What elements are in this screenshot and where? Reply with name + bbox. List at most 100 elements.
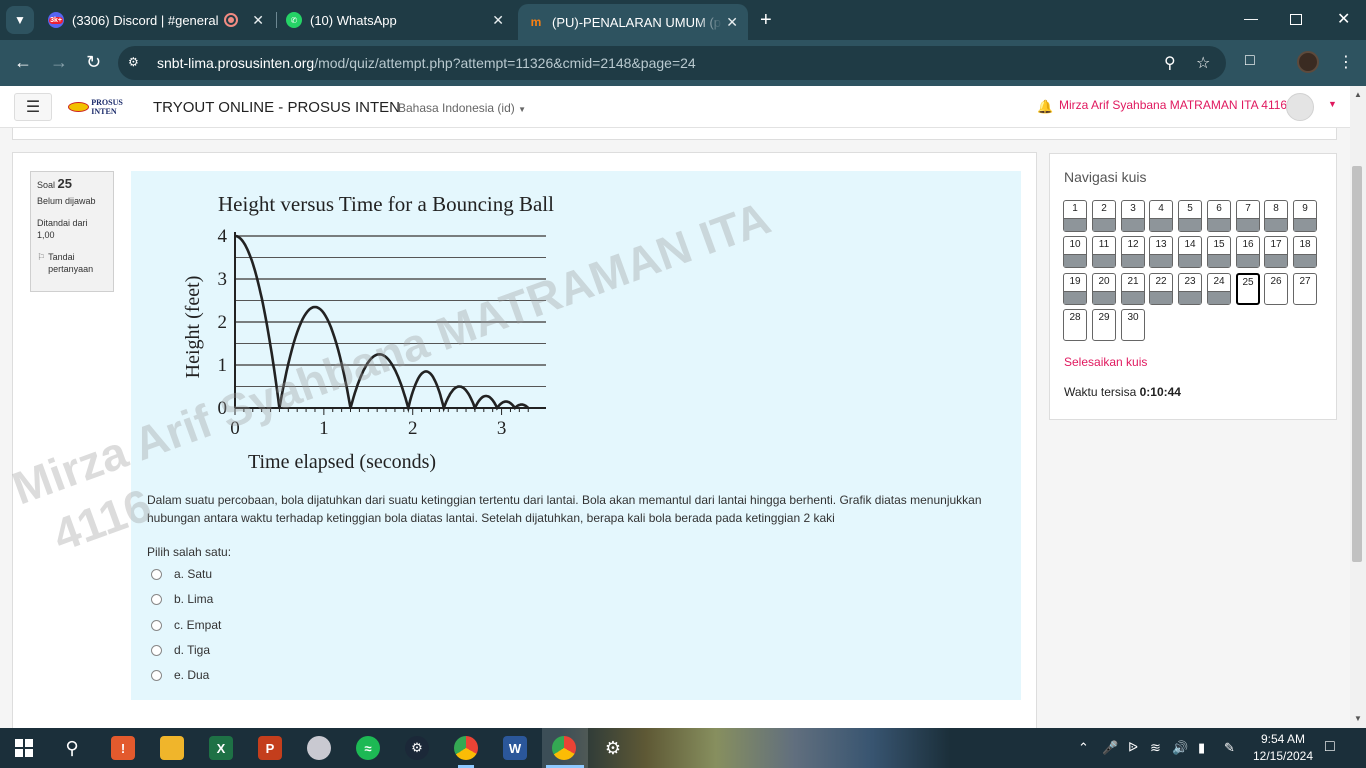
quiz-nav-button-14[interactable]: 14 [1178, 236, 1202, 268]
radio-button[interactable] [151, 568, 162, 580]
tab-search-button[interactable]: ▼ [6, 6, 34, 34]
quiz-nav-button-13[interactable]: 13 [1149, 236, 1173, 268]
close-tab-icon[interactable]: ✕ [726, 14, 738, 31]
site-info-icon[interactable]: ⚙ [128, 55, 144, 71]
tray-overflow-icon[interactable]: ⌃ [1078, 740, 1089, 756]
quiz-nav-button-19[interactable]: 19 [1063, 273, 1087, 305]
notification-bell-icon[interactable]: 🔔 [1037, 99, 1053, 115]
answer-option-b[interactable]: b. Lima [151, 592, 213, 606]
site-name[interactable]: TRYOUT ONLINE - PROSUS INTEN [153, 99, 400, 116]
radio-button[interactable] [151, 593, 162, 605]
scrollbar-thumb[interactable] [1352, 166, 1362, 562]
tab-quiz-active[interactable]: m (PU)-PENALARAN UMUM (page ✕ [518, 4, 748, 40]
close-tab-icon[interactable]: ✕ [492, 12, 504, 29]
file-explorer-icon[interactable] [160, 736, 184, 760]
scroll-down-icon[interactable]: ▼ [1354, 714, 1362, 723]
site-logo[interactable]: PROSUS INTEN [68, 98, 148, 116]
quiz-nav-button-7[interactable]: 7 [1236, 200, 1260, 232]
menu-dots-icon[interactable]: ⋮ [1338, 52, 1354, 72]
app-icon[interactable] [307, 736, 331, 760]
quiz-nav-button-27[interactable]: 27 [1293, 273, 1317, 305]
microphone-icon[interactable]: 🎤 [1102, 740, 1118, 756]
tab-discord[interactable]: 3k+ (3306) Discord | #general | I ✕ [46, 0, 274, 40]
radio-button[interactable] [151, 644, 162, 656]
quiz-nav-button-29[interactable]: 29 [1092, 309, 1116, 341]
quiz-nav-button-9[interactable]: 9 [1293, 200, 1317, 232]
battery-icon[interactable]: ▮ [1198, 740, 1205, 756]
close-window-icon[interactable]: ✕ [1337, 9, 1350, 29]
back-icon[interactable]: ← [14, 52, 32, 72]
power-app-icon[interactable]: ! [111, 736, 135, 760]
close-tab-icon[interactable]: ✕ [252, 12, 264, 29]
bookmark-star-icon[interactable]: ☆ [1196, 53, 1210, 73]
pen-icon[interactable]: ✎ [1224, 740, 1235, 756]
chrome-icon[interactable] [454, 736, 478, 760]
chart-y-tick-label: 3 [218, 269, 228, 290]
address-bar[interactable]: ⚙ snbt-lima.prosusinten.org/mod/quiz/att… [118, 46, 1226, 80]
powerpoint-icon[interactable]: P [258, 736, 282, 760]
radio-button[interactable] [151, 669, 162, 681]
notifications-icon[interactable]: □ [1325, 738, 1335, 756]
quiz-nav-button-10[interactable]: 10 [1063, 236, 1087, 268]
quiz-nav-button-6[interactable]: 6 [1207, 200, 1231, 232]
finish-attempt-link[interactable]: Selesaikan kuis [1064, 355, 1147, 369]
quiz-nav-button-15[interactable]: 15 [1207, 236, 1231, 268]
chrome-profile-icon[interactable] [552, 736, 576, 760]
quiz-nav-button-22[interactable]: 22 [1149, 273, 1173, 305]
hamburger-menu-button[interactable]: ☰ [14, 93, 52, 121]
wifi-icon[interactable]: ≋ [1150, 740, 1161, 756]
search-icon[interactable]: ⚲ [60, 736, 84, 760]
restore-icon[interactable] [1290, 14, 1302, 25]
extensions-icon[interactable]: □ [1245, 52, 1255, 70]
answer-option-a[interactable]: a. Satu [151, 567, 212, 581]
quiz-nav-button-3[interactable]: 3 [1121, 200, 1145, 232]
quiz-nav-button-18[interactable]: 18 [1293, 236, 1317, 268]
flag-question-link[interactable]: ⚐ Tandai pertanyaan [37, 251, 113, 275]
url-text[interactable]: snbt-lima.prosusinten.org/mod/quiz/attem… [157, 55, 696, 71]
quiz-nav-button-21[interactable]: 21 [1121, 273, 1145, 305]
quiz-nav-button-17[interactable]: 17 [1264, 236, 1288, 268]
word-icon[interactable]: W [503, 736, 527, 760]
reload-icon[interactable]: ↻ [86, 52, 101, 72]
quiz-nav-button-30[interactable]: 30 [1121, 309, 1145, 341]
answered-indicator [1150, 218, 1172, 231]
quiz-nav-button-16[interactable]: 16 [1236, 236, 1260, 268]
quiz-nav-button-24[interactable]: 24 [1207, 273, 1231, 305]
quiz-nav-button-28[interactable]: 28 [1063, 309, 1087, 341]
quiz-nav-button-12[interactable]: 12 [1121, 236, 1145, 268]
answered-indicator [1265, 218, 1287, 231]
quiz-nav-button-20[interactable]: 20 [1092, 273, 1116, 305]
quiz-nav-button-2[interactable]: 2 [1092, 200, 1116, 232]
tab-whatsapp[interactable]: ✆ (10) WhatsApp ✕ [286, 0, 514, 40]
quiz-nav-button-1[interactable]: 1 [1063, 200, 1087, 232]
spotify-icon[interactable]: ≈ [356, 736, 380, 760]
quiz-nav-button-11[interactable]: 11 [1092, 236, 1116, 268]
zoom-icon[interactable]: ⚲ [1164, 53, 1176, 73]
quiz-nav-button-8[interactable]: 8 [1264, 200, 1288, 232]
radio-button[interactable] [151, 619, 162, 631]
minimize-icon[interactable]: — [1244, 10, 1258, 26]
forward-icon[interactable]: → [50, 52, 68, 72]
settings-gear-icon[interactable]: ⚙ [601, 736, 625, 760]
excel-icon[interactable]: X [209, 736, 233, 760]
quiz-nav-button-26[interactable]: 26 [1264, 273, 1288, 305]
quiz-nav-button-4[interactable]: 4 [1149, 200, 1173, 232]
bluetooth-icon[interactable]: ᐉ [1128, 740, 1138, 756]
volume-icon[interactable]: 🔊 [1172, 740, 1188, 756]
quiz-nav-button-5[interactable]: 5 [1178, 200, 1202, 232]
language-selector[interactable]: Bahasa Indonesia (id) ▼ [398, 101, 526, 115]
user-menu-caret-icon[interactable]: ▼ [1328, 99, 1337, 109]
scroll-up-icon[interactable]: ▲ [1354, 90, 1362, 99]
new-tab-icon[interactable]: + [760, 10, 772, 30]
windows-start-icon[interactable] [12, 736, 36, 760]
user-avatar[interactable] [1286, 93, 1314, 121]
answer-option-e[interactable]: e. Dua [151, 668, 209, 682]
steam-icon[interactable]: ⚙ [405, 736, 429, 760]
quiz-nav-button-23[interactable]: 23 [1178, 273, 1202, 305]
answer-option-c[interactable]: c. Empat [151, 618, 221, 632]
profile-avatar[interactable] [1297, 51, 1319, 73]
user-name[interactable]: Mirza Arif Syahbana MATRAMAN ITA 4116 [1059, 98, 1287, 112]
quiz-nav-button-25[interactable]: 25 [1236, 273, 1260, 305]
answer-option-d[interactable]: d. Tiga [151, 643, 210, 657]
system-clock[interactable]: 9:54 AM 12/15/2024 [1252, 731, 1314, 765]
